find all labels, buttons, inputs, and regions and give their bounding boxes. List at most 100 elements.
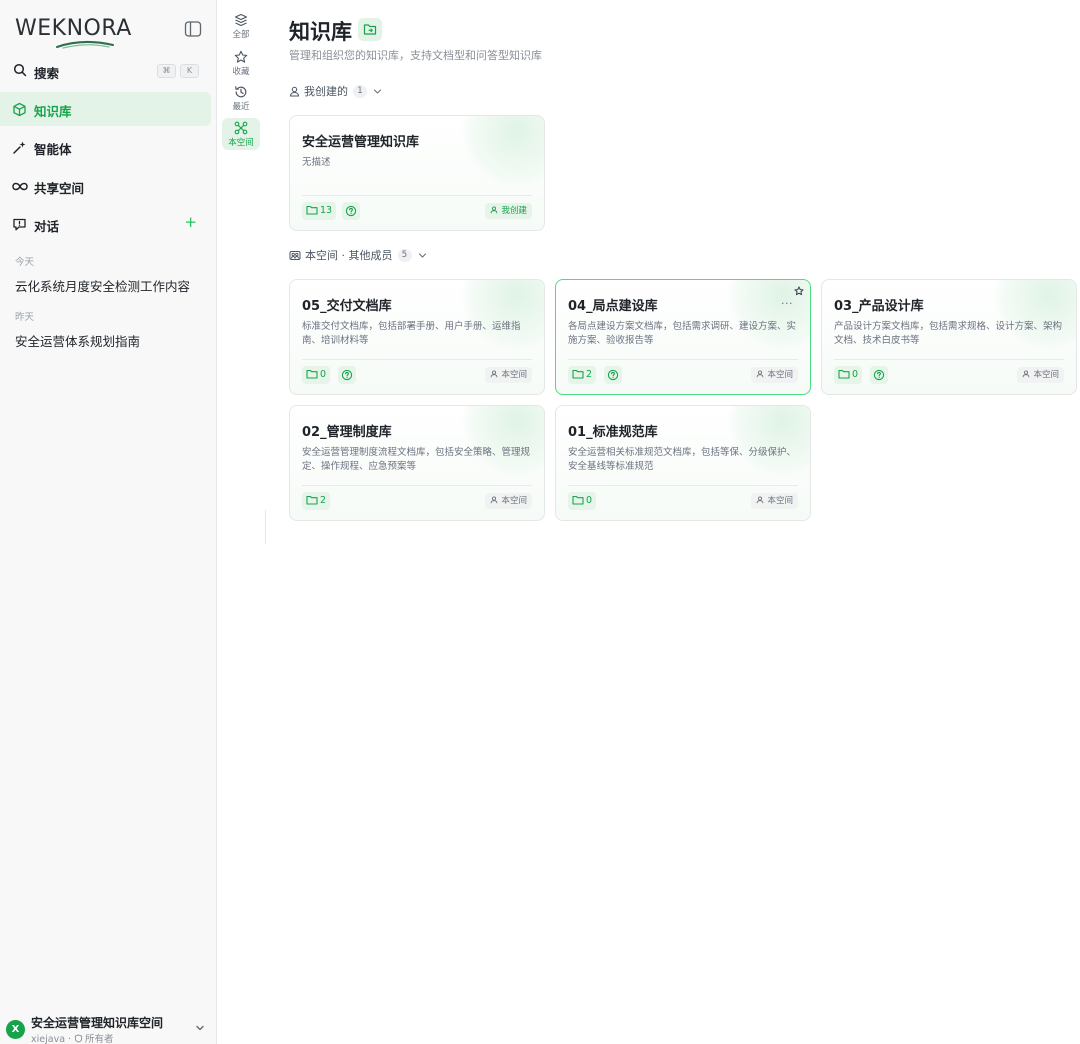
kb-card-title: 05_交付文档库: [302, 299, 392, 314]
history-icon: [235, 86, 247, 98]
section-count: 1: [353, 84, 367, 98]
section-header-mine[interactable]: 我创建的 1: [289, 83, 382, 101]
filter-recent[interactable]: 最近: [222, 82, 260, 114]
sidebar-search[interactable]: 搜索 ⌘ K: [0, 58, 217, 84]
owner-label: 本空间: [767, 496, 793, 506]
sidebar-item-knowledge-base[interactable]: 知识库: [0, 92, 211, 126]
space-user: xiejava: [31, 1034, 66, 1044]
filter-rail: 全部 收藏 最近 本空间: [217, 0, 265, 1044]
space-role: 所有者: [85, 1034, 114, 1044]
space-switcher[interactable]: X 安全运营管理知识库空间 xiejava · 所有者: [0, 1008, 217, 1044]
question-circle-icon: [341, 369, 353, 381]
shortcut-key-k: K: [180, 64, 199, 78]
doc-count-badge: 2: [568, 366, 597, 384]
owner-tag: 本空间: [751, 367, 798, 383]
doc-count: 2: [586, 369, 593, 380]
shield-icon: [74, 1034, 83, 1043]
doc-count-badge: 0: [568, 492, 597, 510]
qa-badge: [604, 366, 622, 384]
kb-card[interactable]: 02_管理制度库 安全运营管理制度流程文档库，包括安全策略、管理规定、操作规程、…: [289, 405, 545, 521]
owner-label: 本空间: [501, 370, 527, 380]
section-header-space-members[interactable]: 本空间 · 其他成员 5: [289, 247, 427, 265]
sidebar-item-label: 知识库: [34, 104, 72, 119]
card-divider: [302, 195, 532, 196]
sparkle-wand-icon: [13, 141, 26, 154]
sidebar-item-agent[interactable]: 智能体: [0, 130, 211, 164]
filter-all[interactable]: 全部: [222, 10, 260, 42]
kb-card-title: 安全运营管理知识库: [302, 135, 420, 150]
chat-history-item[interactable]: 云化系统月度安全检测工作内容: [15, 276, 190, 295]
card-divider: [834, 359, 1064, 360]
card-divider: [568, 485, 798, 486]
kb-card-description: 各局点建设方案文档库，包括需求调研、建设方案、实施方案、验收报告等: [568, 321, 797, 346]
shortcut-key-cmd: ⌘: [157, 64, 176, 78]
folder-icon: [572, 369, 584, 379]
chat-bubble-icon: [13, 218, 26, 231]
owner-tag: 本空间: [751, 493, 798, 509]
page-title: 知识库: [289, 20, 352, 44]
doc-count: 2: [320, 495, 327, 506]
kb-card-title: 02_管理制度库: [302, 425, 392, 440]
owner-tag: 本空间: [485, 367, 532, 383]
team-icon: [289, 250, 301, 260]
section-count: 5: [397, 248, 412, 262]
folder-icon: [838, 369, 850, 379]
doc-count: 0: [320, 369, 327, 380]
owner-label: 本空间: [501, 496, 527, 506]
card-divider: [302, 359, 532, 360]
doc-count: 0: [852, 369, 859, 380]
doc-count-badge: 2: [302, 492, 331, 510]
kb-card[interactable]: 01_标准规范库 安全运营相关标准规范文档库，包括等保、分级保护、安全基线等标准…: [555, 405, 811, 521]
search-label: 搜索: [34, 66, 60, 81]
sidebar-collapse-icon[interactable]: [184, 20, 202, 38]
owner-label: 本空间: [767, 370, 793, 380]
qa-badge: [342, 202, 360, 220]
user-icon: [757, 496, 764, 503]
chat-group-today: 今天: [15, 257, 35, 268]
kb-card[interactable]: 03_产品设计库 产品设计方案文档库，包括需求规格、设计方案、架构文档、技术白皮…: [821, 279, 1077, 395]
question-circle-icon: [873, 369, 885, 381]
sidebar-item-chat[interactable]: 对话 +: [0, 207, 211, 241]
kb-card[interactable]: 05_交付文档库 标准交付文档库，包括部署手册、用户手册、运维指南、培训材料等 …: [289, 279, 545, 395]
sidebar: WEKNORA 搜索 ⌘ K 知识库 智能体 共享空间 对话 + 今天 云化系统…: [0, 0, 217, 1044]
doc-count-badge: 0: [302, 366, 331, 384]
section-label: 我创建的: [304, 85, 348, 98]
chevron-down-icon: [196, 1025, 204, 1031]
card-divider: [302, 485, 532, 486]
chevron-down-icon: [373, 88, 382, 94]
user-icon: [491, 496, 498, 503]
user-icon: [491, 206, 498, 213]
kb-card[interactable]: 安全运营管理知识库 无描述 13 我创建: [289, 115, 545, 231]
star-favorite-icon[interactable]: [794, 286, 804, 296]
user-icon: [289, 86, 300, 96]
create-knowledge-base-button[interactable]: [358, 18, 382, 41]
space-name: 安全运营管理知识库空间: [31, 1016, 164, 1030]
kb-card[interactable]: 04_局点建设库 ··· 各局点建设方案文档库，包括需求调研、建设方案、实施方案…: [555, 279, 811, 395]
doc-count: 13: [320, 205, 333, 216]
folder-icon: [572, 495, 584, 505]
star-icon: [234, 50, 248, 63]
kb-card-description: 标准交付文档库，包括部署手册、用户手册、运维指南、培训材料等: [302, 321, 521, 346]
sidebar-item-shared-space[interactable]: 共享空间: [0, 169, 211, 203]
doc-count: 0: [586, 495, 593, 506]
sidebar-item-label: 智能体: [34, 142, 72, 157]
filter-label: 本空间: [228, 138, 254, 148]
add-chat-button[interactable]: +: [184, 215, 197, 230]
chat-history-item[interactable]: 安全运营体系规划指南: [15, 331, 140, 350]
folder-icon: [306, 495, 318, 505]
search-icon: [13, 63, 27, 77]
logo-swoosh-icon: [56, 41, 114, 49]
filter-favorites[interactable]: 收藏: [222, 47, 260, 79]
chevron-down-icon: [418, 252, 426, 258]
card-divider: [568, 359, 798, 360]
sidebar-item-label: 共享空间: [34, 181, 85, 196]
more-options-button[interactable]: ···: [781, 297, 793, 310]
doc-count-badge: 0: [834, 366, 863, 384]
folder-icon: [306, 205, 318, 215]
chat-group-yesterday: 昨天: [15, 312, 35, 323]
kb-card-description: 安全运营相关标准规范文档库，包括等保、分级保护、安全基线等标准规范: [568, 447, 797, 472]
page-description: 管理和组织您的知识库，支持文档型和问答型知识库: [289, 49, 542, 62]
app-logo: WEKNORA: [15, 16, 132, 41]
layers-icon: [234, 13, 248, 27]
filter-this-space[interactable]: 本空间: [222, 118, 260, 150]
